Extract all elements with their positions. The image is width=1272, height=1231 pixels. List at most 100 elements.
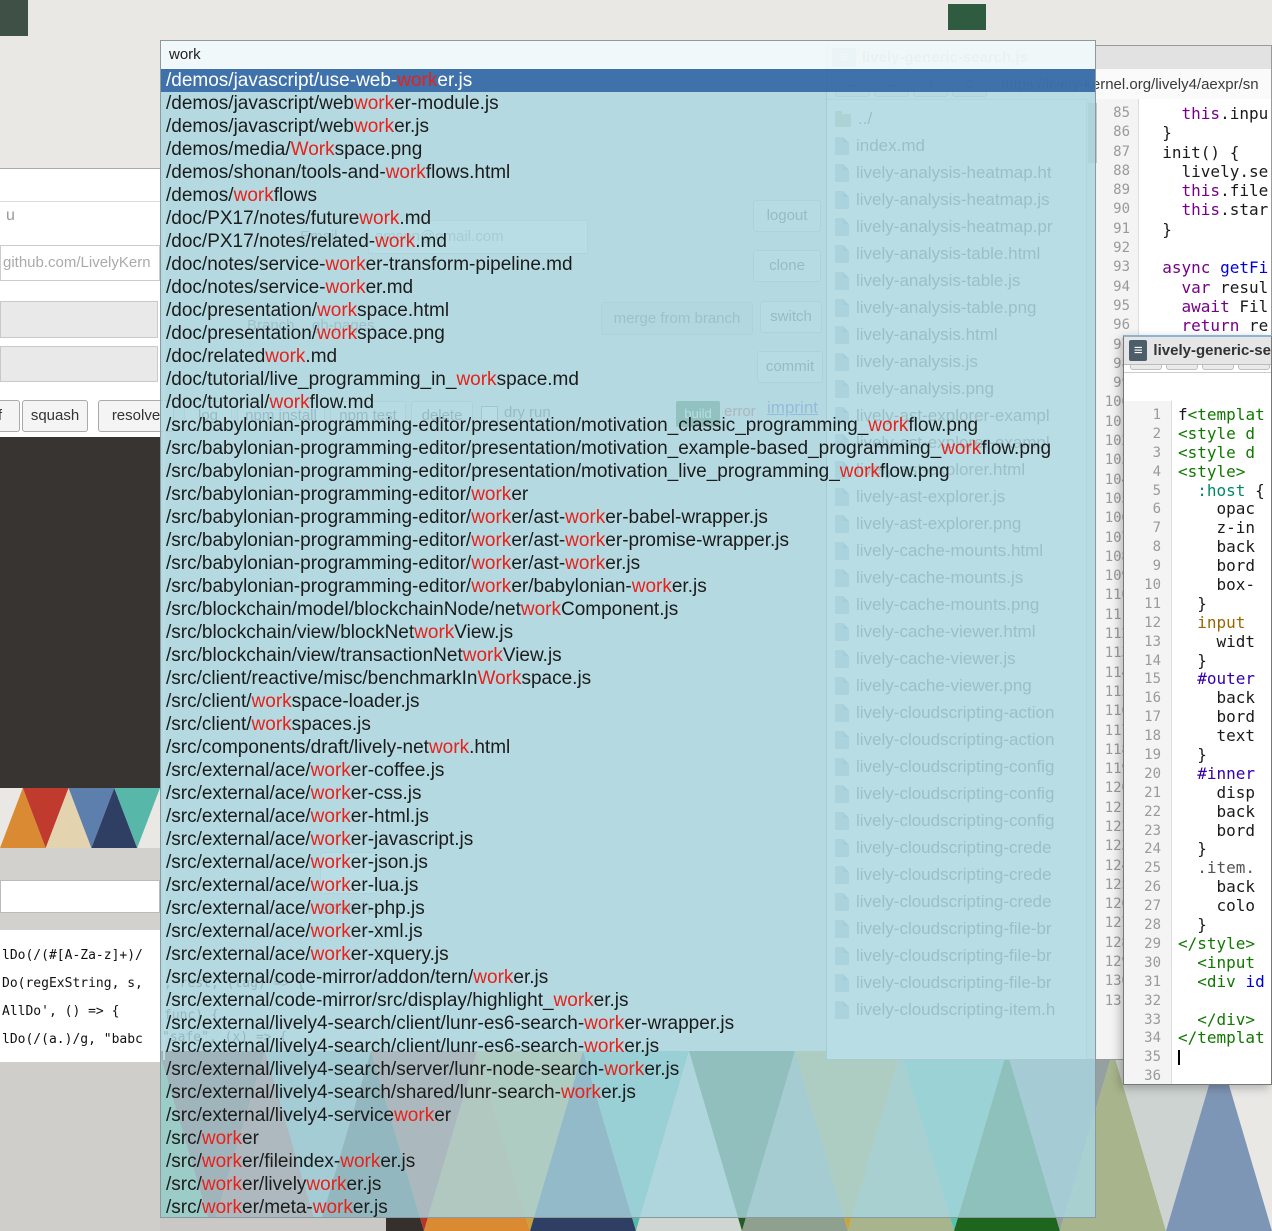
front-editor-window: ≡ lively-generic-search.js ← → ↑ ⌂ 12345… (1123, 335, 1272, 1085)
code-line: #outer (1178, 670, 1265, 689)
code-line: } (1178, 746, 1265, 765)
code-line: opac (1178, 500, 1265, 519)
front-code-editor[interactable]: 1234567891011121314151617181920212223242… (1124, 401, 1271, 1084)
code-line: } (1178, 595, 1265, 614)
squash-button[interactable]: squash (22, 400, 88, 432)
front-titlebar[interactable]: ≡ lively-generic-search.js (1124, 337, 1271, 365)
desktop: u github.com/LivelyKern ff squash resolv… (0, 0, 1272, 1231)
code-line: <style> (1178, 463, 1265, 482)
code-line: #inner (1178, 765, 1265, 784)
wallpaper-left-patch (0, 788, 160, 848)
ff-button[interactable]: ff (0, 400, 20, 432)
result-row[interactable]: /src/babylonian-programming-editor/worke… (161, 506, 1095, 529)
result-row[interactable]: /doc/tutorial/live_programming_in_worksp… (161, 368, 1095, 391)
result-row[interactable]: /src/external/lively4-serviceworker (161, 1104, 1095, 1127)
menu-icon[interactable]: ≡ (1129, 340, 1147, 361)
result-row[interactable]: /src/babylonian-programming-editor/worke… (161, 529, 1095, 552)
result-row[interactable]: /src/external/ace/worker-xml.js (161, 920, 1095, 943)
result-row[interactable]: /src/external/ace/worker-xquery.js (161, 943, 1095, 966)
code-line: colo (1178, 897, 1265, 916)
desktop-dark-square (0, 0, 28, 36)
left-white-bar[interactable] (0, 880, 160, 913)
result-row[interactable]: /src/blockchain/model/blockchainNode/net… (161, 598, 1095, 621)
result-row[interactable]: /demos/workflows (161, 184, 1095, 207)
code-line: </style> (1178, 935, 1265, 954)
code-line: this.star (1143, 200, 1268, 219)
result-row[interactable]: /demos/media/Workspace.png (161, 138, 1095, 161)
code-line: return re (1143, 316, 1268, 335)
result-row[interactable]: /src/external/lively4-search/client/lunr… (161, 1012, 1095, 1035)
code-line: AllDo', () => { (2, 1004, 119, 1019)
result-row[interactable]: /src/components/draft/lively-network.htm… (161, 736, 1095, 759)
result-row[interactable]: /doc/tutorial/workflow.md (161, 391, 1095, 414)
code-line: bord (1178, 708, 1265, 727)
result-row[interactable]: /src/external/ace/worker-html.js (161, 805, 1095, 828)
text-cursor (1178, 1050, 1180, 1065)
result-row[interactable]: /src/external/lively4-search/server/lunr… (161, 1058, 1095, 1081)
line-number-gutter: 1234567891011121314151617181920212223242… (1124, 401, 1172, 1084)
input-bar[interactable] (0, 301, 158, 338)
result-row[interactable]: /demos/shonan/tools-and-workflows.html (161, 161, 1095, 184)
result-row[interactable]: /src/external/ace/worker-css.js (161, 782, 1095, 805)
git-tool-left-pane: u github.com/LivelyKern ff squash resolv… (0, 168, 160, 438)
result-row[interactable]: /src/babylonian-programming-editor/prese… (161, 437, 1095, 460)
code-area[interactable]: f<templat<style d<style d<style> :host {… (1172, 401, 1265, 1084)
input-bar[interactable] (0, 346, 158, 382)
code-line: <div id (1178, 973, 1265, 992)
code-line: <input (1178, 954, 1265, 973)
left-editor-panel: lDo(/(#[A-Za-z]+)/ Do(regExString, s, Al… (0, 930, 160, 1062)
result-row[interactable]: /src/babylonian-programming-editor/prese… (161, 414, 1095, 437)
code-line: lively.se (1143, 162, 1268, 181)
result-row[interactable]: /src/babylonian-programming-editor/prese… (161, 460, 1095, 483)
result-row[interactable]: /src/client/reactive/misc/benchmarkInWor… (161, 667, 1095, 690)
result-row[interactable]: /src/babylonian-programming-editor/worke… (161, 575, 1095, 598)
result-row[interactable]: /src/external/lively4-search/shared/lunr… (161, 1081, 1095, 1104)
code-line: back (1178, 538, 1265, 557)
code-line (1178, 1067, 1265, 1084)
result-row[interactable]: /src/worker/meta-worker.js (161, 1196, 1095, 1217)
front-window-title: lively-generic-search.js (1153, 342, 1271, 359)
result-row[interactable]: /src/client/workspace-loader.js (161, 690, 1095, 713)
remote-user-field[interactable]: u (6, 207, 15, 225)
result-row[interactable]: /src/client/workspaces.js (161, 713, 1095, 736)
code-line: back (1178, 803, 1265, 822)
result-row[interactable]: /src/blockchain/view/blockNetworkView.js (161, 621, 1095, 644)
repo-url-field[interactable]: github.com/LivelyKern (0, 245, 160, 281)
code-line: } (1178, 840, 1265, 859)
code-line: Do(regExString, s, (2, 976, 143, 991)
code-line: <style d (1178, 444, 1265, 463)
result-row[interactable]: /src/blockchain/view/transactionNetworkV… (161, 644, 1095, 667)
result-row[interactable]: /src/worker/livelyworker.js (161, 1173, 1095, 1196)
result-row[interactable]: /src/external/ace/worker-javascript.js (161, 828, 1095, 851)
result-row[interactable]: /demos/javascript/webworker-module.js (161, 92, 1095, 115)
search-input[interactable] (161, 41, 1095, 67)
file-search-overlay: /demos/javascript/use-web-worker.js/demo… (160, 40, 1096, 1218)
result-row[interactable]: /src/external/code-mirror/src/display/hi… (161, 989, 1095, 1012)
result-row[interactable]: /doc/presentation/workspace.png (161, 322, 1095, 345)
result-row[interactable]: /src/worker (161, 1127, 1095, 1150)
result-row[interactable]: /doc/notes/service-worker.md (161, 276, 1095, 299)
code-line: var resul (1143, 278, 1268, 297)
result-row[interactable]: /doc/presentation/workspace.html (161, 299, 1095, 322)
result-row[interactable]: /doc/PX17/notes/related-work.md (161, 230, 1095, 253)
result-row[interactable]: /doc/PX17/notes/futurework.md (161, 207, 1095, 230)
code-line: </templat (1178, 1029, 1265, 1048)
code-line: :host { (1178, 482, 1265, 501)
result-row[interactable]: /src/external/ace/worker-json.js (161, 851, 1095, 874)
result-row[interactable]: /src/external/lively4-search/client/lunr… (161, 1035, 1095, 1058)
code-line (1178, 992, 1265, 1011)
result-row[interactable]: /src/external/code-mirror/addon/tern/wor… (161, 966, 1095, 989)
result-row[interactable]: /src/worker/fileindex-worker.js (161, 1150, 1095, 1173)
result-row[interactable]: /src/external/ace/worker-coffee.js (161, 759, 1095, 782)
result-row[interactable]: /demos/javascript/webworker.js (161, 115, 1095, 138)
result-row[interactable]: /src/external/ace/worker-lua.js (161, 874, 1095, 897)
result-row[interactable]: /doc/relatedwork.md (161, 345, 1095, 368)
code-line: } (1143, 123, 1268, 142)
result-row[interactable]: /src/babylonian-programming-editor/worke… (161, 483, 1095, 506)
result-row[interactable]: /demos/javascript/use-web-worker.js (161, 69, 1095, 92)
code-line: text (1178, 727, 1265, 746)
result-row[interactable]: /src/external/ace/worker-php.js (161, 897, 1095, 920)
result-row[interactable]: /src/babylonian-programming-editor/worke… (161, 552, 1095, 575)
code-line: widt (1178, 633, 1265, 652)
result-row[interactable]: /doc/notes/service-worker-transform-pipe… (161, 253, 1095, 276)
